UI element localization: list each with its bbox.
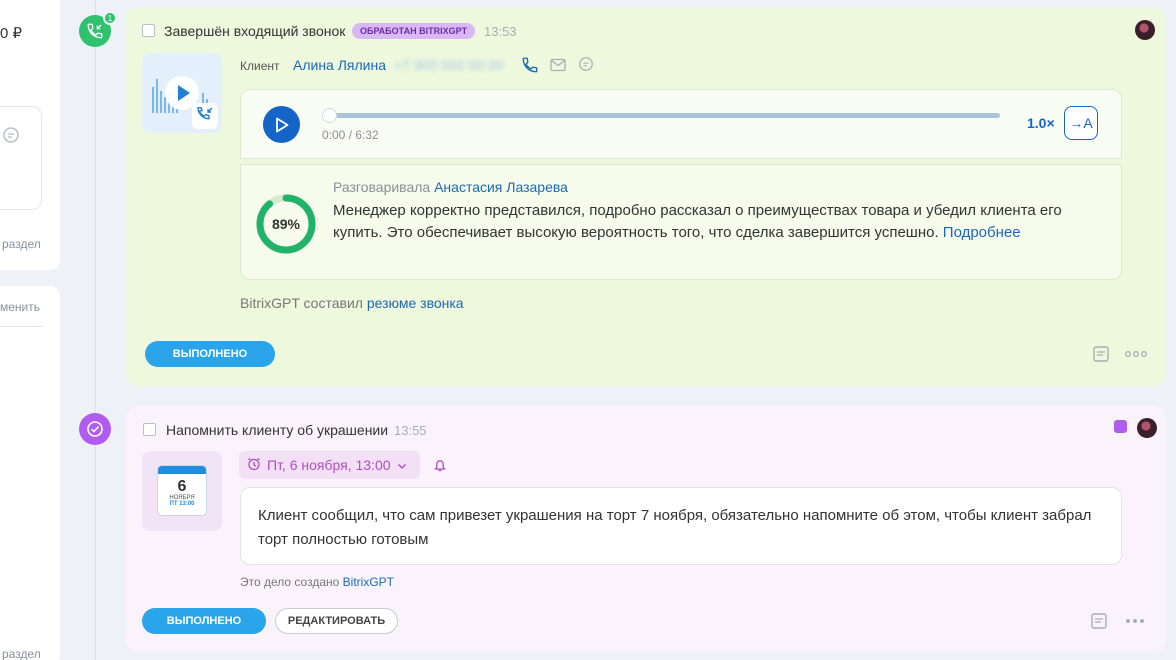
- avatar[interactable]: [1135, 20, 1155, 40]
- client-name-link[interactable]: Алина Лялина: [293, 57, 386, 73]
- created-by-note: Это дело создано BitrixGPT: [240, 575, 394, 589]
- task-title: Напомнить клиенту об украшении: [166, 422, 389, 438]
- avatar[interactable]: [1137, 418, 1157, 438]
- calendar-weekday-time: ПТ 13:00: [169, 501, 195, 507]
- audio-progress-track[interactable]: [326, 113, 1000, 118]
- created-by-link[interactable]: BitrixGPT: [343, 575, 394, 589]
- more-link[interactable]: Подробнее: [943, 224, 1021, 241]
- audio-time: 0:00 / 6:32: [322, 128, 379, 142]
- note-icon[interactable]: [1092, 345, 1110, 363]
- left-section-label[interactable]: раздел: [2, 237, 41, 251]
- gpt-note: BitrixGPT составил резюме звонка: [240, 295, 464, 311]
- call-title: Завершён входящий звонок: [164, 23, 346, 39]
- edit-button[interactable]: РЕДАКТИРОВАТЬ: [275, 608, 398, 634]
- mail-icon[interactable]: [550, 58, 566, 72]
- audio-progress-handle[interactable]: [322, 108, 337, 123]
- counter-badge: 1: [103, 11, 117, 25]
- playback-speed-button[interactable]: 1.0×: [1027, 115, 1055, 131]
- chevron-down-icon: [397, 457, 407, 473]
- task-time: 13:55: [394, 423, 427, 438]
- gpt-processed-tag: ОБРАБОТАН BITRIXGPT: [352, 23, 476, 39]
- left-price: 0 ₽: [0, 25, 23, 42]
- left-card-bottom: [0, 286, 60, 660]
- note-icon[interactable]: [1090, 612, 1108, 630]
- chat-icon[interactable]: [578, 56, 594, 72]
- talked-by: Разговаривала Анастасия Лазарева: [333, 179, 568, 195]
- divider: [0, 326, 44, 327]
- call-time: 13:53: [484, 24, 517, 39]
- done-button[interactable]: ВЫПОЛНЕНО: [142, 608, 266, 634]
- call-resume-link[interactable]: резюме звонка: [367, 295, 464, 311]
- left-inner-box: [0, 106, 42, 210]
- call-checkbox[interactable]: [142, 24, 155, 37]
- left-change-label[interactable]: менить: [0, 300, 40, 314]
- created-prefix: Это дело создано: [240, 575, 340, 589]
- audio-player: [240, 89, 1122, 159]
- client-label: Клиент: [240, 59, 280, 73]
- chat-icon[interactable]: [2, 126, 20, 149]
- left-panel: 0 ₽ раздел менить раздел: [0, 0, 60, 660]
- deadline-value: Пт, 6 ноября, 13:00: [267, 457, 391, 473]
- summary-text: Менеджер корректно представился, подробн…: [333, 200, 1093, 244]
- phone-icon[interactable]: [521, 56, 539, 74]
- bell-icon[interactable]: [432, 457, 448, 473]
- calendar-day: 6: [177, 478, 187, 495]
- quality-score: 89%: [271, 216, 301, 232]
- talked-prefix: Разговаривала: [333, 179, 431, 195]
- call-recording-thumbnail[interactable]: [142, 53, 222, 133]
- task-check-icon: [79, 413, 111, 445]
- task-checkbox[interactable]: [143, 423, 156, 436]
- timeline-line: [95, 0, 96, 660]
- task-description[interactable]: Клиент сообщил, что сам привезет украшен…: [240, 487, 1122, 565]
- more-options-icon[interactable]: [1125, 351, 1147, 357]
- more-options-icon[interactable]: [1125, 618, 1145, 624]
- manager-name-link[interactable]: Анастасия Лазарева: [434, 179, 568, 195]
- play-button[interactable]: [263, 106, 300, 143]
- transcribe-button[interactable]: →A: [1064, 106, 1098, 140]
- deadline-selector[interactable]: Пт, 6 ноября, 13:00: [239, 451, 420, 479]
- left-section-label-2[interactable]: раздел: [2, 647, 41, 660]
- calendar-icon: 6 НОЯБРЯ ПТ 13:00: [157, 465, 207, 516]
- client-phone[interactable]: +7 900 000 00 00: [394, 57, 503, 73]
- done-button[interactable]: ВЫПОЛНЕНО: [145, 341, 275, 367]
- color-marker[interactable]: [1114, 420, 1127, 433]
- alarm-clock-icon: [247, 457, 261, 474]
- gpt-note-prefix: BitrixGPT составил: [240, 295, 363, 311]
